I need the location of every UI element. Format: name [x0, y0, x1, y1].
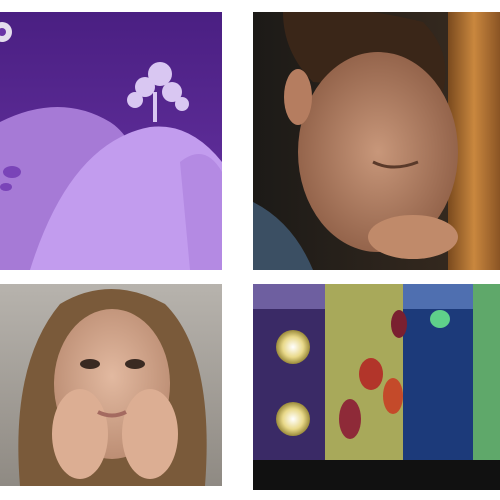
illustration-tile[interactable]	[0, 12, 222, 270]
purple-hills-tree-illustration	[0, 12, 222, 270]
abstract-room-with-glowing-orbs-art	[253, 284, 500, 490]
woman-hands-on-cheeks-photo	[0, 284, 222, 486]
photo-man-tile[interactable]	[253, 12, 500, 270]
photo-woman-tile[interactable]	[0, 284, 222, 486]
man-resting-head-on-hand-photo	[253, 12, 500, 270]
abstract-art-tile[interactable]	[253, 284, 500, 490]
